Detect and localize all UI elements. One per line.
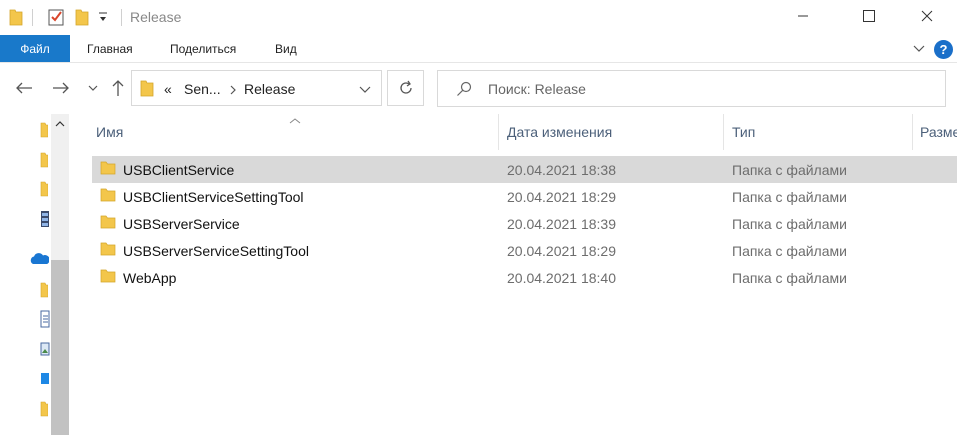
- column-divider[interactable]: [498, 114, 499, 150]
- file-type: Папка с файлами: [732, 216, 847, 232]
- new-folder-icon[interactable]: [75, 8, 89, 29]
- customize-toolbar-icon[interactable]: [98, 10, 108, 27]
- close-button[interactable]: [904, 0, 950, 32]
- column-header-size[interactable]: Разме: [920, 124, 957, 140]
- navigation-pane: [0, 114, 70, 435]
- file-date: 20.04.2021 18:38: [507, 162, 616, 178]
- file-row[interactable]: WebApp 20.04.2021 18:40 Папка с файлами: [92, 264, 957, 291]
- file-name: USBServerServiceSettingTool: [123, 243, 309, 259]
- search-icon: [456, 81, 472, 100]
- file-type: Папка с файлами: [732, 162, 847, 178]
- ribbon-tabs: Файл Главная Поделиться Вид ?: [0, 34, 957, 63]
- folder-icon[interactable]: [40, 152, 49, 171]
- file-row[interactable]: USBClientService 20.04.2021 18:38 Папка …: [92, 156, 957, 183]
- back-button[interactable]: [14, 78, 34, 98]
- file-date: 20.04.2021 18:29: [507, 243, 616, 259]
- breadcrumb-item[interactable]: Sen...: [184, 81, 221, 97]
- file-date: 20.04.2021 18:39: [507, 216, 616, 232]
- forward-button[interactable]: [51, 78, 71, 98]
- file-date: 20.04.2021 18:29: [507, 189, 616, 205]
- toolbar-divider: [32, 9, 33, 26]
- tab-share[interactable]: Поделиться: [170, 42, 236, 56]
- minimize-button[interactable]: [780, 0, 826, 32]
- file-type: Папка с файлами: [732, 270, 847, 286]
- onedrive-icon[interactable]: [29, 252, 50, 269]
- tab-file[interactable]: Файл: [0, 35, 70, 62]
- folder-icon[interactable]: [40, 122, 49, 141]
- file-name: USBServerService: [123, 216, 240, 232]
- properties-icon[interactable]: [48, 8, 64, 29]
- scrollbar-thumb[interactable]: [51, 260, 69, 435]
- navigation-bar: « Sen... Release Поиск: Release: [0, 64, 957, 114]
- file-list: Имя Дата изменения Тип Разме USBClientSe…: [70, 114, 957, 435]
- file-name: USBClientService: [123, 162, 235, 178]
- column-header-date[interactable]: Дата изменения: [507, 124, 612, 140]
- column-divider[interactable]: [723, 114, 724, 150]
- scroll-up-button[interactable]: [51, 114, 69, 134]
- up-button[interactable]: [108, 78, 128, 98]
- document-icon[interactable]: [40, 310, 50, 331]
- file-date: 20.04.2021 18:40: [507, 270, 616, 286]
- maximize-button[interactable]: [846, 0, 892, 32]
- tab-view[interactable]: Вид: [275, 42, 297, 56]
- folder-icon[interactable]: [40, 401, 49, 420]
- toolbar-divider: [121, 9, 122, 26]
- refresh-button[interactable]: [387, 70, 424, 106]
- breadcrumb-current[interactable]: Release: [244, 81, 295, 97]
- search-box[interactable]: Поиск: Release: [437, 70, 946, 107]
- chevron-down-icon[interactable]: [359, 84, 371, 98]
- folder-icon: [100, 188, 116, 205]
- folder-icon: [100, 242, 116, 259]
- tab-home[interactable]: Главная: [87, 42, 133, 56]
- folder-icon: [140, 79, 154, 100]
- app-icon[interactable]: [40, 210, 50, 231]
- file-name: WebApp: [123, 270, 177, 286]
- expand-ribbon-icon[interactable]: [912, 41, 926, 58]
- file-name: USBClientServiceSettingTool: [123, 189, 304, 205]
- file-type: Папка с файлами: [732, 243, 847, 259]
- folder-icon: [100, 269, 116, 286]
- breadcrumb-overflow[interactable]: «: [164, 81, 172, 97]
- folder-icon[interactable]: [9, 8, 23, 29]
- title-bar: Release: [0, 0, 957, 34]
- address-bar[interactable]: « Sen... Release: [131, 70, 382, 106]
- folder-icon[interactable]: [40, 282, 49, 301]
- column-header-type[interactable]: Тип: [732, 124, 755, 140]
- search-input[interactable]: Поиск: Release: [488, 81, 586, 97]
- file-row[interactable]: USBServerServiceSettingTool 20.04.2021 1…: [92, 237, 957, 264]
- image-icon[interactable]: [40, 342, 50, 359]
- folder-icon: [100, 215, 116, 232]
- folder-icon[interactable]: [40, 181, 49, 200]
- window-title: Release: [130, 9, 182, 25]
- column-divider[interactable]: [912, 114, 913, 150]
- file-row[interactable]: USBServerService 20.04.2021 18:39 Папка …: [92, 210, 957, 237]
- chevron-right-icon[interactable]: [229, 84, 237, 98]
- sort-ascending-icon: [289, 114, 301, 128]
- help-button[interactable]: ?: [934, 40, 953, 59]
- file-row[interactable]: USBClientServiceSettingTool 20.04.2021 1…: [92, 183, 957, 210]
- folder-icon: [100, 161, 116, 178]
- file-type: Папка с файлами: [732, 189, 847, 205]
- desktop-icon[interactable]: [40, 372, 50, 389]
- column-header-name[interactable]: Имя: [96, 124, 123, 140]
- recent-locations-button[interactable]: [83, 78, 103, 98]
